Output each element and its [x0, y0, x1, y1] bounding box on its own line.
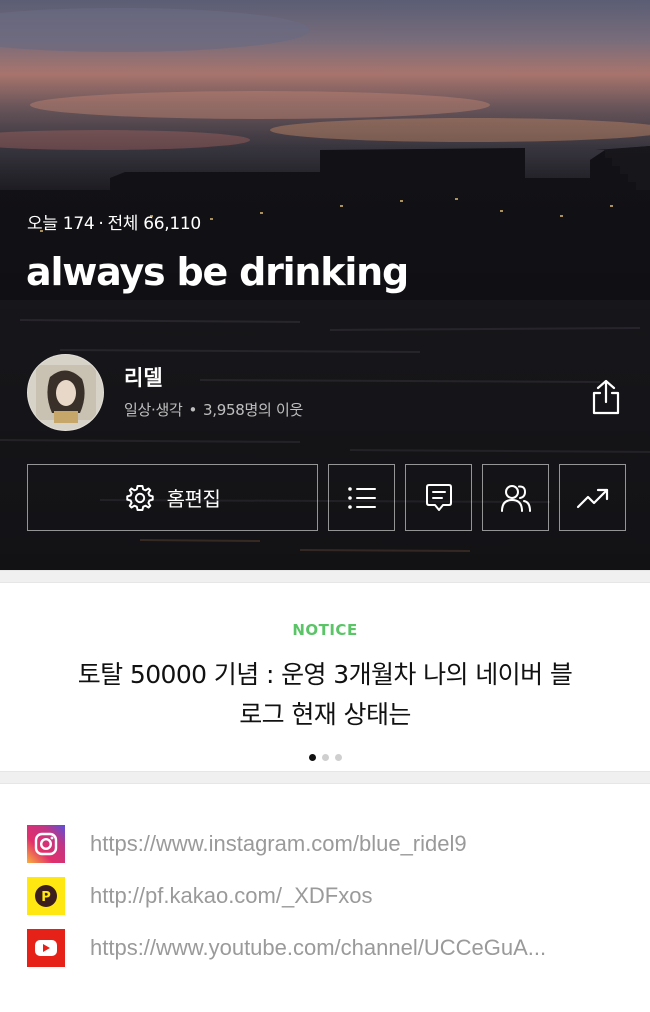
notice-title[interactable]: 토탈 50000 기념 : 운영 3개월차 나의 네이버 블로그 현재 상태는 — [75, 655, 575, 735]
section-divider — [0, 570, 650, 583]
neighbor-count[interactable]: 3,958명의 이웃 — [203, 401, 303, 419]
share-button[interactable] — [584, 375, 628, 419]
neighbors-button[interactable] — [482, 464, 549, 531]
pager-dot[interactable] — [321, 754, 329, 761]
home-edit-button[interactable]: 홈편집 — [27, 464, 318, 531]
guestbook-button[interactable] — [405, 464, 472, 531]
post-list-button[interactable] — [328, 464, 395, 531]
visitor-count: 오늘 174 · 전체 66,110 — [27, 214, 201, 234]
blog-category: 일상·생각 — [124, 401, 183, 419]
visitor-total-label: 전체 — [107, 214, 139, 234]
section-divider — [0, 771, 650, 784]
link-kakao[interactable]: P http://pf.kakao.com/_XDFxos — [27, 877, 372, 915]
kakao-plus-icon: P — [27, 877, 65, 915]
gear-icon — [125, 484, 154, 511]
youtube-icon — [27, 929, 65, 967]
notice-pager — [0, 754, 650, 761]
link-url[interactable]: https://www.instagram.com/blue_ridel9 — [90, 831, 467, 857]
profile-subline: 일상·생각 • 3,958명의 이웃 — [124, 401, 303, 419]
statistics-button[interactable] — [559, 464, 626, 531]
visitor-total-count: 66,110 — [143, 214, 201, 234]
notice-section[interactable]: NOTICE 토탈 50000 기념 : 운영 3개월차 나의 네이버 블로그 … — [0, 583, 650, 771]
link-youtube[interactable]: https://www.youtube.com/channel/UCCeGuA.… — [27, 929, 546, 967]
external-links: https://www.instagram.com/blue_ridel9 P … — [0, 784, 650, 1010]
comment-icon — [425, 483, 452, 511]
instagram-icon — [27, 825, 65, 863]
share-icon — [592, 379, 620, 415]
svg-text:P: P — [41, 890, 51, 905]
blog-title[interactable]: always be drinking — [26, 250, 409, 294]
link-url[interactable]: https://www.youtube.com/channel/UCCeGuA.… — [90, 935, 546, 961]
list-icon — [347, 486, 376, 509]
notice-label: NOTICE — [292, 621, 358, 639]
nickname[interactable]: 리델 — [124, 362, 163, 392]
pager-dot[interactable] — [334, 754, 342, 761]
link-url[interactable]: http://pf.kakao.com/_XDFxos — [90, 883, 372, 909]
neighbors-icon — [500, 484, 531, 512]
link-instagram[interactable]: https://www.instagram.com/blue_ridel9 — [27, 825, 467, 863]
avatar[interactable] — [27, 354, 104, 431]
profile-image — [28, 355, 103, 430]
blog-cover: 오늘 174 · 전체 66,110 always be drinking 리델 일… — [0, 0, 650, 570]
visitor-today-count: 174 — [62, 214, 95, 234]
home-edit-label: 홈편집 — [166, 487, 221, 511]
pager-dot-active[interactable] — [308, 754, 316, 761]
visitor-today-label: 오늘 — [27, 214, 58, 234]
stats-trend-icon — [576, 488, 608, 508]
